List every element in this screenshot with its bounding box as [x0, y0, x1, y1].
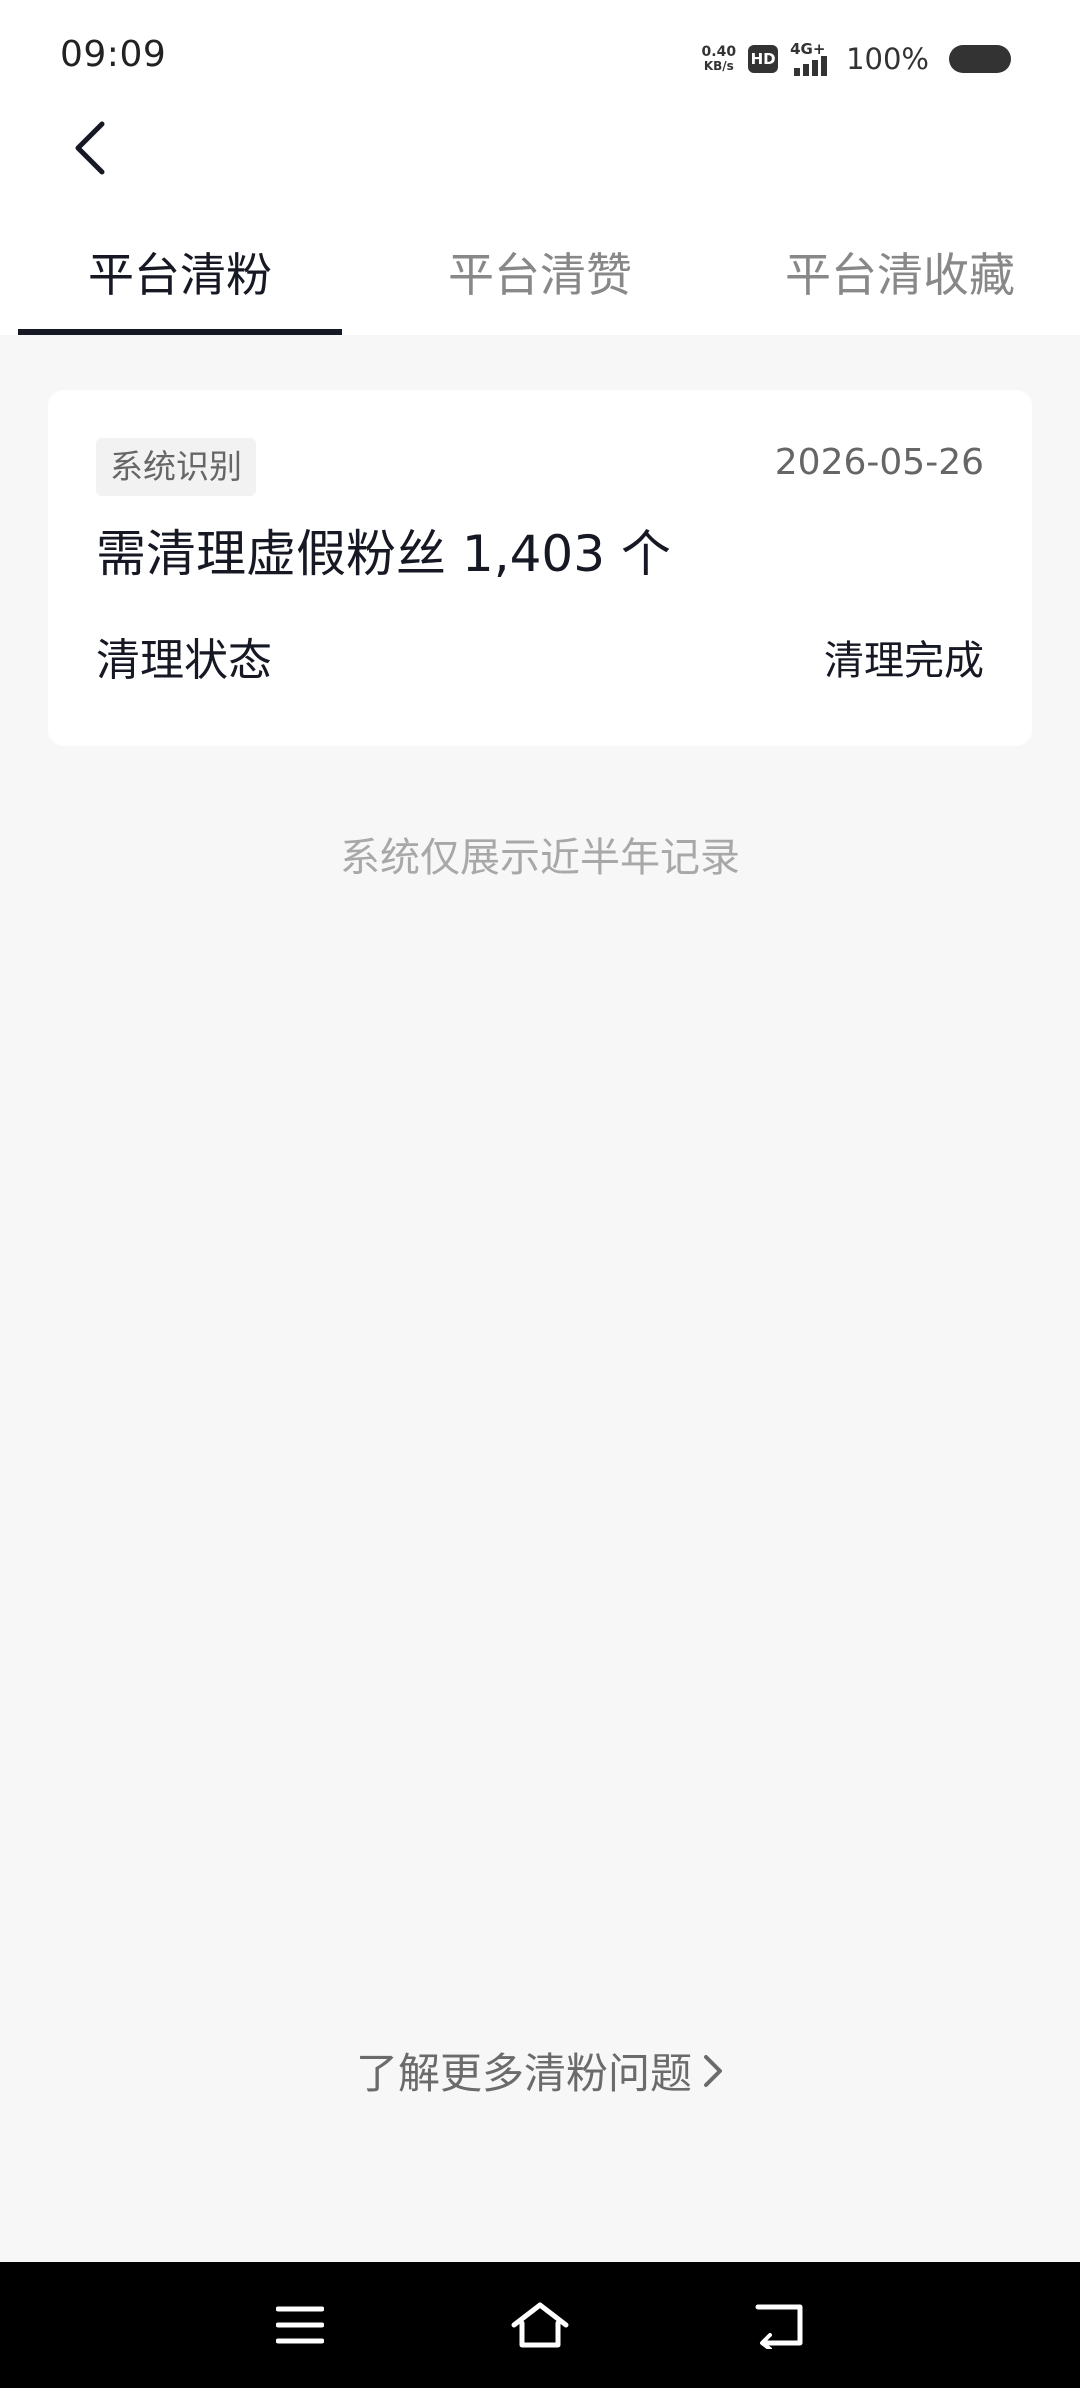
system-navigation-bar	[0, 2262, 1080, 2388]
history-notice: 系统仅展示近半年记录	[340, 835, 740, 881]
chevron-right-icon	[704, 2054, 722, 2087]
network-speed: 0.40 KB/s	[702, 45, 737, 73]
tab-clear-likes[interactable]: 平台清赞	[378, 235, 702, 335]
status-value: 清理完成	[824, 638, 984, 684]
hd-icon: HD	[748, 45, 779, 73]
home-button[interactable]	[505, 2290, 575, 2360]
signal-bars	[794, 56, 828, 76]
tab-clear-fans[interactable]: 平台清粉	[18, 235, 342, 335]
battery-percent: 100%	[846, 42, 929, 76]
tab-bar: 平台清粉 平台清赞 平台清收藏	[0, 235, 1080, 335]
network-speed-value: 0.40	[701, 44, 737, 60]
status-indicators: 0.40 KB/s HD 4G+ 100%	[702, 40, 1011, 78]
record-date: 2026-05-26	[774, 442, 984, 483]
chevron-left-icon	[75, 121, 105, 175]
tab-clear-favorites[interactable]: 平台清收藏	[738, 235, 1062, 335]
status-time: 09:09	[60, 34, 167, 75]
system-back-button[interactable]	[745, 2290, 815, 2360]
active-tab-indicator	[18, 329, 342, 335]
recent-apps-button[interactable]	[265, 2290, 335, 2360]
back-button[interactable]	[60, 118, 120, 178]
home-icon	[511, 2302, 569, 2348]
battery-icon	[949, 45, 1011, 73]
source-tag: 系统识别	[96, 438, 256, 496]
network-speed-unit: KB/s	[703, 59, 734, 73]
learn-more-link[interactable]: 了解更多清粉问题	[0, 2040, 1080, 2101]
menu-icon	[276, 2306, 324, 2344]
top-area: 09:09 0.40 KB/s HD 4G+ 100% 平台清粉 平台清赞 平台…	[0, 0, 1080, 335]
back-icon	[755, 2304, 803, 2349]
record-title: 需清理虚假粉丝 1,403 个	[96, 525, 671, 583]
status-label: 清理状态	[96, 635, 272, 686]
signal-icon: 4G+	[790, 40, 834, 76]
record-card: 系统识别 2026-05-26 需清理虚假粉丝 1,403 个 清理状态 清理完…	[48, 390, 1032, 746]
learn-more-label: 了解更多清粉问题	[355, 2049, 692, 2098]
